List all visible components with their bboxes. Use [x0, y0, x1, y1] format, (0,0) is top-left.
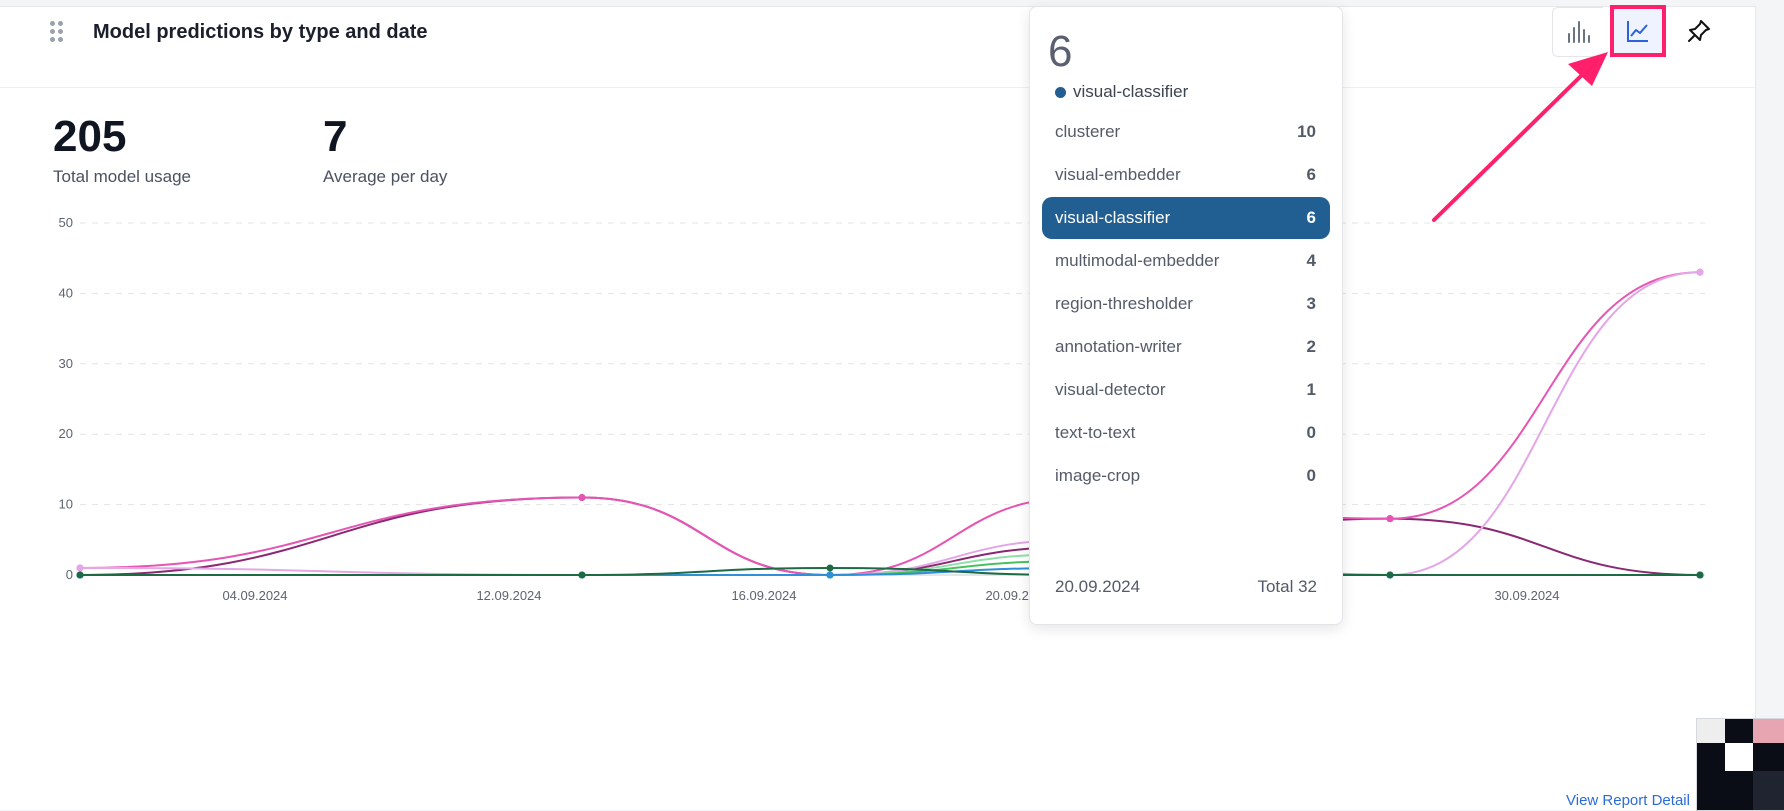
- tooltip-row-label: text-to-text: [1055, 423, 1136, 442]
- x-tick-label: 12.09.2024: [476, 588, 541, 603]
- y-tick-label: 10: [59, 497, 73, 512]
- tooltip-series-name: visual-classifier: [1073, 82, 1189, 101]
- tooltip-value: 6: [1048, 27, 1073, 76]
- data-point: [826, 571, 834, 579]
- data-point: [76, 564, 84, 572]
- tooltip-row-label: image-crop: [1055, 466, 1141, 485]
- tooltip-series: visual-classifier: [1055, 82, 1188, 102]
- tooltip-row: annotation-writer 2: [1042, 326, 1330, 368]
- tooltip-row-value: 10: [1297, 122, 1316, 141]
- tooltip-row-value: 6: [1306, 208, 1316, 227]
- tooltip-row: region-thresholder 3: [1042, 283, 1330, 325]
- tooltip-row-label: region-thresholder: [1055, 294, 1193, 313]
- view-report-link[interactable]: View Report Detail: [1566, 792, 1690, 809]
- data-point: [1696, 268, 1704, 276]
- tooltip-row-value: 3: [1306, 294, 1316, 313]
- data-point: [76, 571, 84, 579]
- y-tick-label: 0: [66, 567, 73, 582]
- tooltip-row: visual-classifier 6: [1042, 197, 1330, 239]
- data-point: [1386, 515, 1394, 523]
- tooltip-row-value: 4: [1306, 251, 1316, 270]
- tooltip-row: text-to-text 0: [1042, 412, 1330, 454]
- tooltip-row-label: visual-classifier: [1055, 208, 1171, 227]
- series-line: [79, 496, 1701, 577]
- tooltip-total: Total 32: [1257, 577, 1317, 596]
- tooltip-row-label: multimodal-embedder: [1055, 251, 1220, 270]
- tooltip-date: 20.09.2024: [1055, 577, 1141, 596]
- y-tick-label: 30: [59, 356, 73, 371]
- tooltip-row-value: 2: [1306, 337, 1316, 356]
- tooltip-footer: 20.09.2024 Total 32: [1055, 577, 1317, 597]
- tooltip-row-value: 0: [1306, 466, 1316, 485]
- x-tick-label: 16.09.2024: [731, 588, 796, 603]
- tooltip-row-label: clusterer: [1055, 122, 1121, 141]
- tooltip-row: multimodal-embedder 4: [1042, 240, 1330, 282]
- tooltip-row: image-crop 0: [1042, 455, 1330, 497]
- data-point: [578, 571, 586, 579]
- tooltip-row: clusterer 10: [1042, 111, 1330, 153]
- series-color-dot: [1055, 86, 1066, 98]
- chart-widget: Model predictions by type and date 205 T…: [0, 5, 1756, 810]
- tooltip-row-value: 0: [1306, 423, 1316, 442]
- x-tick-label: 30.09.2024: [1494, 588, 1559, 603]
- tooltip-row: visual-embedder 6: [1042, 154, 1330, 196]
- tooltip-row-value: 6: [1306, 165, 1316, 184]
- tooltip-row-label: annotation-writer: [1055, 337, 1182, 356]
- tooltip-row: visual-detector 1: [1042, 369, 1330, 411]
- y-tick-label: 50: [59, 215, 73, 230]
- qr-code-widget[interactable]: [1696, 718, 1784, 811]
- data-point: [826, 564, 834, 572]
- tooltip-row-value: 1: [1306, 380, 1316, 399]
- chart-tooltip: 6 visual-classifier clusterer 10 visual-em…: [1029, 6, 1343, 625]
- x-tick-label: 04.09.2024: [222, 588, 287, 603]
- y-tick-label: 20: [59, 426, 73, 441]
- series-line: [79, 271, 1701, 577]
- data-point: [1386, 571, 1394, 579]
- data-point: [1696, 571, 1704, 579]
- series-line: [79, 271, 1701, 577]
- tooltip-row-label: visual-embedder: [1055, 165, 1181, 184]
- line-chart: 0102030405004.09.2024 12.09.2024 16.09.202…: [59, 215, 1705, 603]
- tooltip-row-label: visual-detector: [1055, 380, 1166, 399]
- y-tick-label: 40: [59, 285, 73, 300]
- data-point: [578, 494, 586, 502]
